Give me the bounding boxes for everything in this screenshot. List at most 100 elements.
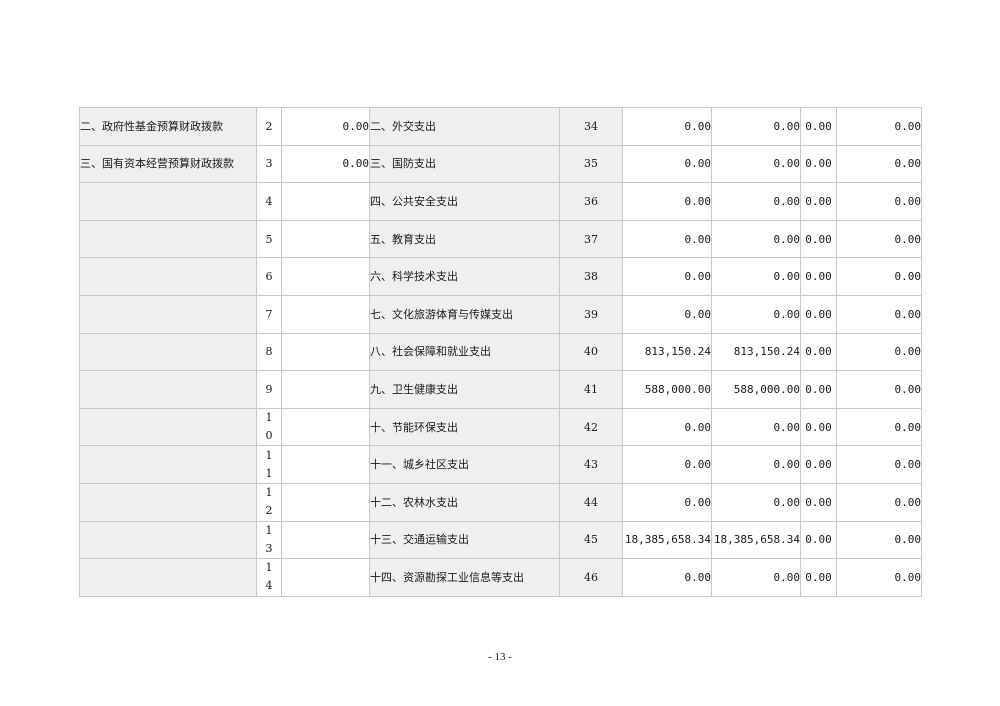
income-item-name: [79, 257, 257, 296]
general-budget-amount: 18,385,658.34: [711, 520, 801, 560]
capital-budget-amount: 0.00: [836, 107, 922, 146]
total-amount: 0.00: [622, 558, 712, 597]
income-line-number: 11: [256, 445, 282, 484]
income-amount: [281, 370, 370, 409]
expenditure-line-number: 44: [559, 482, 623, 522]
expenditure-item-name: 十、节能环保支出: [369, 407, 560, 447]
general-budget-amount: 0.00: [711, 257, 801, 296]
income-item-name: 二、政府性基金预算财政拨款: [79, 107, 257, 146]
income-amount: [281, 520, 370, 560]
income-line-number: 2: [256, 107, 282, 146]
general-budget-amount: 0.00: [711, 558, 801, 597]
table-row: 三、国有资本经营预算财政拨款 3 0.00 三、国防支出 35 0.00 0.00 0.00 0…: [79, 144, 922, 184]
income-line-number: 13: [256, 520, 282, 560]
table-row: 13 十三、交通运输支出 45 18,385,658.34 18,385,658.34 0…: [79, 520, 922, 560]
capital-budget-amount: 0.00: [836, 370, 922, 409]
income-line-number: 6: [256, 257, 282, 296]
income-line-number: 8: [256, 332, 282, 372]
expenditure-item-name: 三、国防支出: [369, 144, 560, 184]
income-item-name: [79, 370, 257, 409]
income-item-name: 三、国有资本经营预算财政拨款: [79, 144, 257, 184]
fund-budget-amount: 0.00: [800, 294, 837, 334]
income-amount: [281, 445, 370, 484]
income-item-name: [79, 445, 257, 484]
capital-budget-amount: 0.00: [836, 332, 922, 372]
total-amount: 0.00: [622, 257, 712, 296]
table-row: 14 十四、资源勘探工业信息等支出 46 0.00 0.00 0.00 0.00: [79, 558, 922, 597]
income-item-name: [79, 482, 257, 522]
income-item-name: [79, 407, 257, 447]
expenditure-item-name: 四、公共安全支出: [369, 182, 560, 221]
page-number: - 13 -: [488, 651, 512, 663]
general-budget-amount: 0.00: [711, 182, 801, 221]
table-row: 二、政府性基金预算财政拨款 2 0.00 二、外交支出 34 0.00 0.00 0.00 0.…: [79, 107, 922, 146]
income-item-name: [79, 332, 257, 372]
income-line-number: 9: [256, 370, 282, 409]
expenditure-item-name: 二、外交支出: [369, 107, 560, 146]
income-amount: [281, 294, 370, 334]
table-body: 二、政府性基金预算财政拨款 2 0.00 二、外交支出 34 0.00 0.00 0.00 0.…: [79, 107, 922, 597]
general-budget-amount: 0.00: [711, 445, 801, 484]
table-row: 10 十、节能环保支出 42 0.00 0.00 0.00 0.00: [79, 407, 922, 447]
general-budget-amount: 0.00: [711, 482, 801, 522]
expenditure-item-name: 九、卫生健康支出: [369, 370, 560, 409]
general-budget-amount: 0.00: [711, 107, 801, 146]
table-row: 9 九、卫生健康支出 41 588,000.00 588,000.00 0.00 0.00: [79, 370, 922, 409]
total-amount: 0.00: [622, 482, 712, 522]
table-row: 4 四、公共安全支出 36 0.00 0.00 0.00 0.00: [79, 182, 922, 221]
income-item-name: [79, 182, 257, 221]
income-amount: [281, 558, 370, 597]
expenditure-line-number: 41: [559, 370, 623, 409]
income-line-number: 12: [256, 482, 282, 522]
fund-budget-amount: 0.00: [800, 445, 837, 484]
capital-budget-amount: 0.00: [836, 257, 922, 296]
expenditure-line-number: 39: [559, 294, 623, 334]
expenditure-line-number: 45: [559, 520, 623, 560]
income-line-number: 7: [256, 294, 282, 334]
table-row: 8 八、社会保障和就业支出 40 813,150.24 813,150.24 0.00 0.…: [79, 332, 922, 372]
income-line-number: 3: [256, 144, 282, 184]
total-amount: 18,385,658.34: [622, 520, 712, 560]
total-amount: 813,150.24: [622, 332, 712, 372]
total-amount: 0.00: [622, 407, 712, 447]
expenditure-line-number: 40: [559, 332, 623, 372]
expenditure-item-name: 七、文化旅游体育与传媒支出: [369, 294, 560, 334]
expenditure-line-number: 42: [559, 407, 623, 447]
expenditure-line-number: 38: [559, 257, 623, 296]
general-budget-amount: 0.00: [711, 219, 801, 259]
total-amount: 588,000.00: [622, 370, 712, 409]
fund-budget-amount: 0.00: [800, 482, 837, 522]
expenditure-item-name: 十二、农林水支出: [369, 482, 560, 522]
income-amount: 0.00: [281, 107, 370, 146]
general-budget-amount: 588,000.00: [711, 370, 801, 409]
capital-budget-amount: 0.00: [836, 482, 922, 522]
income-item-name: [79, 520, 257, 560]
expenditure-line-number: 43: [559, 445, 623, 484]
fund-budget-amount: 0.00: [800, 370, 837, 409]
capital-budget-amount: 0.00: [836, 219, 922, 259]
expenditure-item-name: 六、科学技术支出: [369, 257, 560, 296]
capital-budget-amount: 0.00: [836, 144, 922, 184]
general-budget-amount: 0.00: [711, 407, 801, 447]
total-amount: 0.00: [622, 182, 712, 221]
fund-budget-amount: 0.00: [800, 219, 837, 259]
total-amount: 0.00: [622, 219, 712, 259]
income-amount: [281, 182, 370, 221]
fund-budget-amount: 0.00: [800, 182, 837, 221]
general-budget-amount: 0.00: [711, 294, 801, 334]
total-amount: 0.00: [622, 445, 712, 484]
capital-budget-amount: 0.00: [836, 558, 922, 597]
income-item-name: [79, 219, 257, 259]
general-budget-amount: 813,150.24: [711, 332, 801, 372]
capital-budget-amount: 0.00: [836, 182, 922, 221]
fund-budget-amount: 0.00: [800, 144, 837, 184]
general-budget-amount: 0.00: [711, 144, 801, 184]
expenditure-line-number: 35: [559, 144, 623, 184]
income-amount: [281, 332, 370, 372]
income-line-number: 5: [256, 219, 282, 259]
income-line-number: 10: [256, 407, 282, 447]
expenditure-line-number: 37: [559, 219, 623, 259]
expenditure-item-name: 五、教育支出: [369, 219, 560, 259]
table-row: 7 七、文化旅游体育与传媒支出 39 0.00 0.00 0.00 0.00: [79, 294, 922, 334]
fund-budget-amount: 0.00: [800, 332, 837, 372]
